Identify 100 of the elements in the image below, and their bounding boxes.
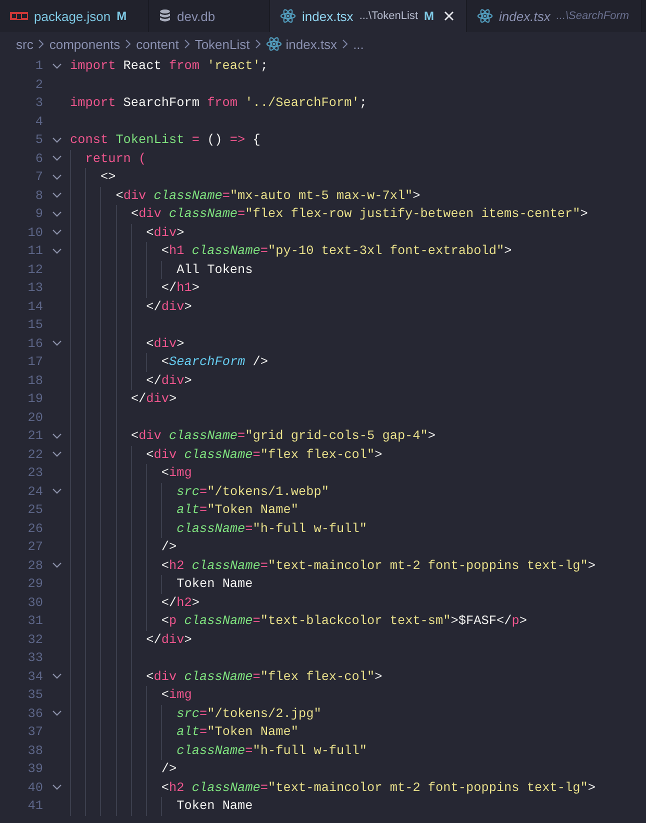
code-line: </div> — [130, 390, 177, 408]
chevron-right-icon — [341, 39, 350, 49]
code-line: </h2> — [161, 594, 200, 612]
line-number: 15 — [26, 316, 43, 334]
line-number: 16 — [26, 334, 43, 352]
line-number: 26 — [26, 520, 43, 538]
chevron-down-icon[interactable] — [52, 229, 62, 236]
chevron-down-icon[interactable] — [52, 174, 62, 181]
chevron-down-icon[interactable] — [52, 210, 62, 218]
line-number: 20 — [26, 408, 43, 426]
chevron-down-icon[interactable] — [52, 155, 62, 162]
chevron-down-icon[interactable] — [52, 784, 62, 792]
breadcrumb-item[interactable]: src — [16, 36, 34, 52]
editor-tab[interactable]: package.json M — [0, 0, 149, 32]
editor-tab[interactable]: index.tsx ...\SearchForm — [467, 0, 642, 32]
line-number: 10 — [26, 224, 43, 242]
line-number: 2 — [34, 76, 43, 94]
breadcrumb-item[interactable]: index.tsx — [286, 36, 338, 52]
code-line: All Tokens — [176, 260, 253, 278]
chevron-down-icon[interactable] — [52, 136, 62, 144]
code-line: <div className="flex flex-col"> — [146, 668, 382, 686]
code-line: <div> — [146, 334, 184, 352]
code-line: /> — [161, 538, 177, 556]
atom-icon — [280, 9, 296, 23]
line-number: 35 — [26, 686, 43, 704]
code-line: <img — [161, 464, 192, 482]
chevron-down-icon[interactable] — [52, 673, 62, 680]
close-icon[interactable] — [444, 11, 454, 21]
line-number: 24 — [26, 482, 43, 500]
atom-icon — [266, 37, 282, 51]
line-number: 34 — [26, 668, 43, 686]
code-line: src="/tokens/1.webp" — [176, 482, 329, 500]
chevron-right-icon — [182, 39, 191, 49]
line-number: 23 — [26, 464, 43, 482]
chevron-right-icon — [37, 39, 46, 49]
code-line: return ( — [85, 150, 146, 168]
code-line: <div className="mx-auto mt-5 max-w-7xl"> — [116, 186, 420, 204]
code-line: </h1> — [161, 279, 200, 297]
chevron-down-icon[interactable] — [52, 710, 62, 718]
line-number: 1 — [34, 57, 43, 75]
code-line: <img — [161, 686, 192, 704]
line-number: 9 — [34, 205, 43, 223]
code-line: <div> — [146, 224, 184, 242]
line-number: 32 — [26, 630, 43, 648]
code-line: alt="Token Name" — [176, 723, 298, 741]
chevron-down-icon[interactable] — [52, 248, 62, 255]
code-line: <h2 className="text-maincolor mt-2 font-poppins text-lg"> — [161, 556, 596, 574]
breadcrumb-item[interactable]: ... — [353, 36, 364, 52]
code-line: src="/tokens/2.jpg" — [176, 704, 322, 722]
line-number: 33 — [26, 649, 43, 667]
line-number: 18 — [26, 372, 43, 390]
chevron-down-icon[interactable] — [52, 62, 62, 70]
code-line: import SearchForm from '../SearchForm'; — [70, 94, 367, 112]
code-line: <> — [100, 168, 116, 186]
code-line: </div> — [146, 630, 192, 648]
line-number: 39 — [26, 760, 43, 778]
line-number: 27 — [26, 538, 43, 556]
line-number: 11 — [26, 242, 43, 260]
line-number: 17 — [26, 353, 43, 371]
line-number: 8 — [34, 186, 43, 204]
breadcrumb-item[interactable]: TokenList — [194, 36, 250, 52]
chevron-down-icon[interactable] — [52, 432, 62, 440]
chevron-right-icon — [254, 39, 262, 49]
chevron-down-icon[interactable] — [52, 488, 62, 496]
line-number: 38 — [26, 742, 43, 760]
line-number: 25 — [26, 501, 43, 519]
code-line: <div className="grid grid-cols-5 gap-4"> — [130, 427, 436, 445]
code-line: </div> — [146, 372, 192, 390]
code-line: Token Name — [176, 797, 253, 815]
line-number: 22 — [26, 446, 43, 464]
line-number: 40 — [26, 778, 43, 796]
chevron-right-icon — [124, 39, 132, 49]
code-line: const TokenList = () => { — [70, 131, 260, 149]
breadcrumb-item[interactable]: components — [49, 36, 120, 52]
line-number: 29 — [26, 575, 43, 593]
line-number: 6 — [34, 150, 43, 168]
chevron-down-icon[interactable] — [52, 192, 62, 200]
code-line: <h1 className="py-10 text-3xl font-extrabold"> — [161, 242, 512, 260]
line-number: 37 — [26, 723, 43, 741]
editor-tab[interactable]: dev.db — [149, 0, 270, 32]
chevron-down-icon[interactable] — [52, 562, 62, 570]
line-number: 13 — [26, 279, 43, 297]
code-line: <div className="flex flex-row justify-between items-center"> — [130, 205, 588, 223]
database-icon — [159, 9, 171, 23]
chevron-down-icon[interactable] — [52, 340, 62, 348]
code-line: className="h-full w-full" — [176, 742, 368, 760]
editor-tab[interactable]: index.tsx ...\TokenList M — [270, 0, 468, 32]
line-number: 21 — [26, 427, 43, 445]
line-number: 41 — [26, 797, 43, 815]
line-number: 28 — [26, 556, 43, 574]
code-line: /> — [161, 760, 177, 778]
line-number: 3 — [34, 94, 43, 112]
code-line: Token Name — [176, 575, 253, 593]
line-number: 14 — [26, 298, 43, 316]
code-line: </div> — [146, 298, 192, 316]
code-line: <p className="text-blackcolor text-sm">$FASF</p> — [161, 612, 527, 630]
breadcrumb-item[interactable]: content — [136, 36, 179, 52]
chevron-down-icon[interactable] — [52, 451, 62, 458]
code-line: <h2 className="text-maincolor mt-2 font-poppins text-lg"> — [161, 778, 596, 796]
atom-icon — [477, 9, 494, 23]
